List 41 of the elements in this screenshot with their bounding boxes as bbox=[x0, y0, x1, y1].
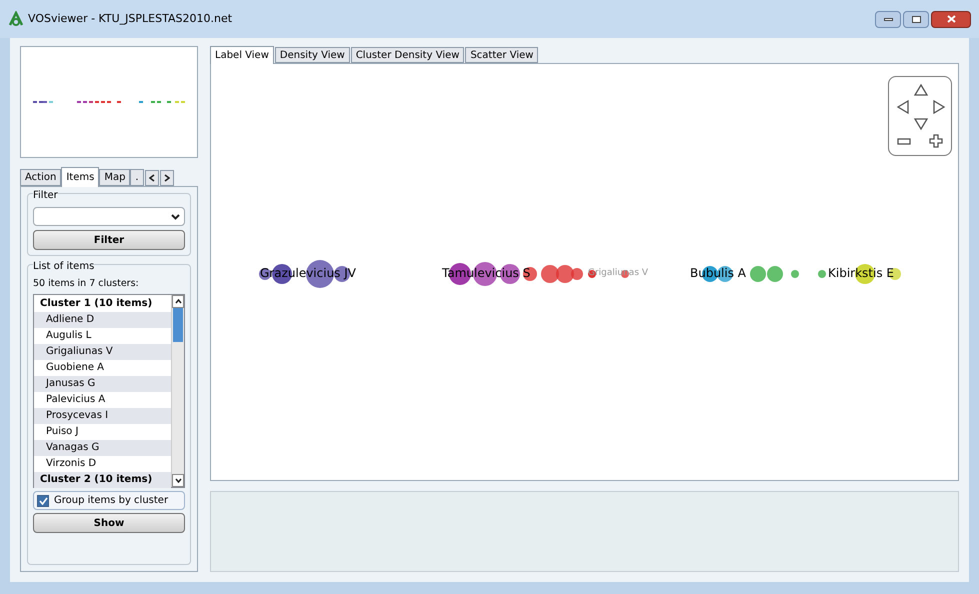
tab[interactable]: . bbox=[130, 169, 144, 186]
filter-button[interactable]: Filter bbox=[33, 230, 185, 250]
checkmark-icon bbox=[38, 496, 48, 505]
list-item[interactable]: Grigaliunas V bbox=[34, 344, 171, 360]
navigation-arrows-icon bbox=[896, 83, 946, 149]
window-title: VOSviewer - KTU_JSPLESTAS2010.net bbox=[28, 10, 232, 27]
close-button[interactable] bbox=[931, 10, 971, 28]
chevron-up-icon bbox=[174, 299, 182, 304]
chevron-left-icon[interactable] bbox=[144, 170, 159, 186]
chevron-right-icon[interactable] bbox=[160, 170, 174, 186]
group-by-cluster-checkbox[interactable]: Group items by cluster bbox=[33, 491, 185, 510]
list-item[interactable]: Augulis L bbox=[34, 328, 171, 344]
summary-text: 50 items in 7 clusters: bbox=[33, 277, 140, 291]
cluster-header[interactable]: Cluster 2 (10 items) bbox=[34, 472, 171, 488]
minimize-button[interactable] bbox=[875, 10, 901, 28]
tab[interactable]: Action bbox=[20, 169, 62, 186]
tab[interactable]: Density View bbox=[274, 47, 350, 63]
list-item[interactable]: Vanagas G bbox=[34, 440, 171, 456]
scrollbar-thumb[interactable] bbox=[173, 308, 183, 342]
tab[interactable]: Items bbox=[61, 167, 100, 187]
list-item[interactable]: Puiso J bbox=[34, 424, 171, 440]
maximize-button[interactable] bbox=[903, 10, 929, 28]
list-item[interactable]: Virzonis D bbox=[34, 456, 171, 472]
tab[interactable]: Scatter View bbox=[465, 47, 538, 63]
list-item[interactable]: Guobiene A bbox=[34, 360, 171, 376]
cluster-header[interactable]: Cluster 1 (10 items) bbox=[34, 296, 171, 312]
items-list[interactable]: Cluster 1 (10 items) Adliene D Augulis L Grigaliunas V Guobiene A Janusas G Palevicius A Prosycevas I Puiso J Vanagas G Virzonis D Cluster 2 (10 items) bbox=[33, 294, 185, 488]
scrollbar[interactable] bbox=[171, 295, 184, 488]
chevron-down-icon bbox=[171, 214, 180, 220]
show-button[interactable]: Show bbox=[33, 513, 185, 534]
tab[interactable]: Label View bbox=[210, 46, 274, 64]
list-item[interactable]: Janusas G bbox=[34, 376, 171, 392]
app-logo-icon bbox=[8, 11, 24, 27]
navigation-pad[interactable] bbox=[888, 76, 952, 156]
list-item[interactable]: Adliene D bbox=[34, 312, 171, 328]
chevron-down-icon bbox=[174, 478, 182, 484]
list-item[interactable]: Prosycevas I bbox=[34, 408, 171, 424]
tab[interactable]: Map bbox=[99, 169, 130, 186]
tab[interactable]: Cluster Density View bbox=[350, 47, 464, 63]
list-item[interactable]: Palevicius A bbox=[34, 392, 171, 408]
close-icon bbox=[946, 15, 956, 23]
